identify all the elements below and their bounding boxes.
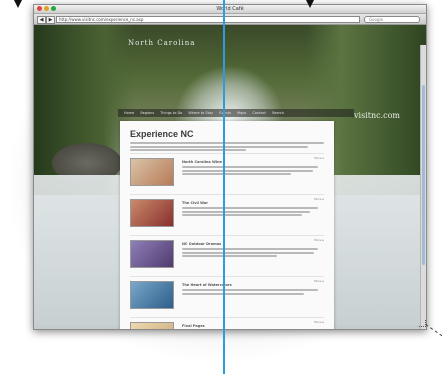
search-field[interactable]: Google [364,16,420,23]
intro-text [130,142,324,151]
site-brand[interactable]: visitnc.com [354,111,400,120]
more-link[interactable]: More ▸ [314,279,324,283]
article-thumbnail[interactable] [130,240,174,268]
article-thumbnail[interactable] [130,281,174,309]
toolbar: ◀ ▶ http://www.visitnc.com/experience_nc… [34,14,426,25]
arrow-down-icon [306,0,314,8]
browser-window: World Café ◀ ▶ http://www.visitnc.com/ex… [33,4,427,330]
nav-item-where-to-stay[interactable]: Where to Stay [188,111,213,115]
forward-button[interactable]: ▶ [46,16,55,24]
nav-item-regions[interactable]: Regions [140,111,154,115]
article-thumbnail[interactable] [130,199,174,227]
article-item[interactable]: More ▸ Final Pages [130,317,324,329]
site-header-title: North Carolina [128,39,196,47]
window-title: World Café [216,6,244,12]
nav-item-home[interactable]: Home [124,111,134,115]
article-title[interactable]: The Civil War [182,201,208,205]
article-summary [182,207,318,218]
address-bar[interactable]: http://www.visitnc.com/experience_nc.asp [56,16,360,23]
scrollbar-thumb[interactable] [422,85,425,265]
arrow-down-icon [14,0,22,8]
article-item[interactable]: More ▸ The Heart of Watercolors [130,276,324,315]
vertical-scrollbar[interactable] [420,45,426,329]
nav-item-contact[interactable]: Contact [252,111,266,115]
more-link[interactable]: More ▸ [314,197,324,201]
article-thumbnail[interactable] [130,322,174,329]
back-button[interactable]: ◀ [37,16,46,24]
nav-item-maps[interactable]: Maps [237,111,246,115]
more-link[interactable]: More ▸ [314,238,324,242]
article-summary [182,248,318,259]
title-bar[interactable]: World Café [34,5,426,14]
page-heading: Experience NC [130,129,194,139]
article-summary [182,166,318,177]
more-link[interactable]: More ▸ [314,320,324,324]
nav-item-events[interactable]: Events [219,111,231,115]
guide-line [223,0,225,374]
article-item[interactable]: More ▸ NC Outdoor Dramas [130,235,324,274]
page-viewport: North Carolina Home Regions Things to Do… [34,25,426,329]
site-navbar: Home Regions Things to Do Where to Stay … [118,109,354,117]
article-summary [182,289,318,296]
article-title[interactable]: North Carolina Wine [182,160,222,164]
content-panel: Experience NC More ▸ North Carolina Wine… [120,121,334,329]
article-item[interactable]: More ▸ North Carolina Wine [130,153,324,192]
article-item[interactable]: More ▸ The Civil War [130,194,324,233]
article-title[interactable]: NC Outdoor Dramas [182,242,221,246]
more-link[interactable]: More ▸ [314,156,324,160]
article-title[interactable]: Final Pages [182,324,205,328]
nav-item-things-to-do[interactable]: Things to Do [160,111,182,115]
nav-item-search[interactable]: Search [272,111,284,115]
article-thumbnail[interactable] [130,158,174,186]
